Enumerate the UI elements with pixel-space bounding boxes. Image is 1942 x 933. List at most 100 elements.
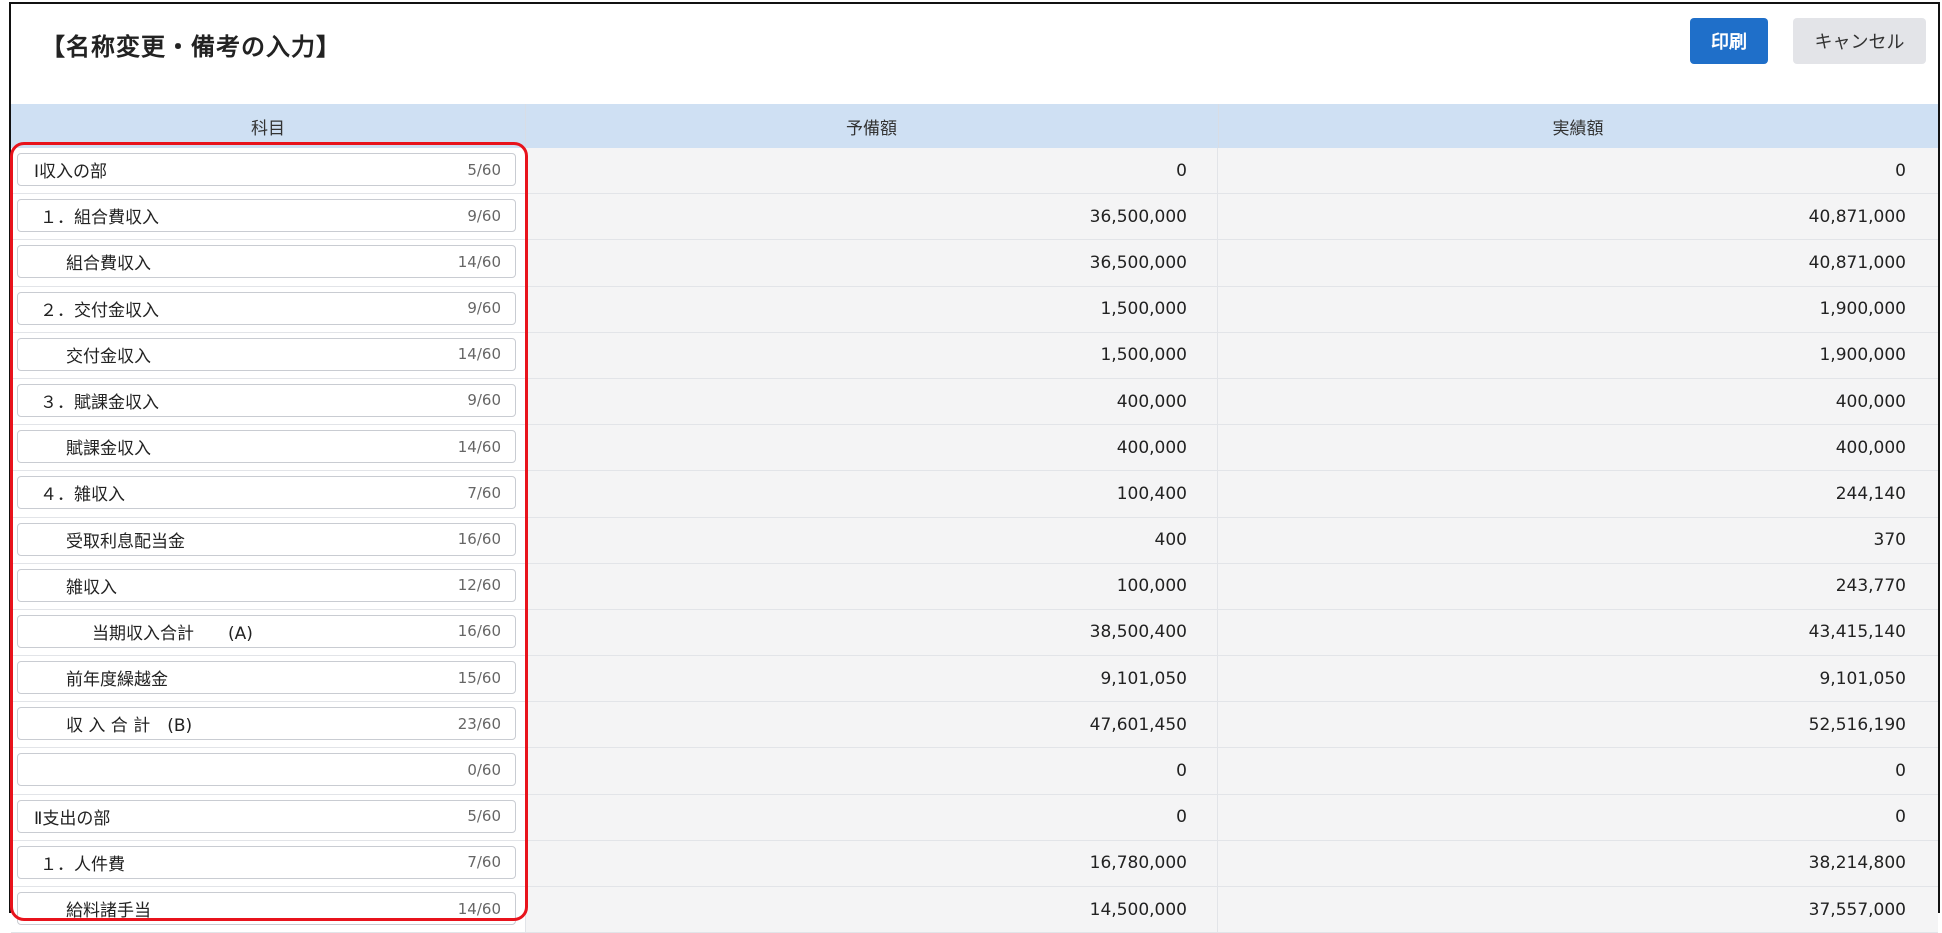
table-row: 交付金収入 14/60 1,500,000 1,900,000: [11, 332, 1938, 379]
char-count: 9/60: [467, 391, 501, 410]
subject-name-text: ３．賦課金収入: [40, 392, 159, 413]
print-button[interactable]: 印刷: [1690, 18, 1768, 64]
char-count: 16/60: [457, 622, 501, 641]
actual-cell: 9,101,050: [1819, 668, 1906, 689]
subject-name-input[interactable]: ２．交付金収入 9/60: [17, 291, 516, 325]
char-count: 9/60: [467, 206, 501, 225]
actual-cell: 400,000: [1835, 391, 1906, 412]
actual-cell: 40,871,000: [1808, 206, 1906, 227]
char-count: 14/60: [457, 437, 501, 456]
subject-cell: 当期収入合計 (A) 16/60: [11, 609, 525, 656]
subject-name-text: 交付金収入: [66, 346, 151, 367]
subject-name-text: ２．交付金収入: [40, 300, 159, 321]
actual-cell: 37,557,000: [1808, 899, 1906, 920]
budget-cell: 0: [525, 748, 1218, 794]
table-row: 収 入 合 計 (B) 23/60 47,601,450 52,516,190: [11, 702, 1938, 749]
subject-name-input[interactable]: 受取利息配当金 16/60: [17, 522, 516, 556]
subject-name-input[interactable]: ４．雑収入 7/60: [17, 476, 516, 510]
actual-cell: 1,900,000: [1819, 345, 1906, 366]
subject-name-text: １．組合費収入: [40, 208, 159, 229]
char-count: 12/60: [457, 576, 501, 595]
budget-cell: 400,000: [525, 425, 1218, 471]
table-row: １．人件費 7/60 16,780,000 38,214,800: [11, 840, 1938, 887]
actual-cell: 1,900,000: [1819, 299, 1906, 320]
table-row: 組合費収入 14/60 36,500,000 40,871,000: [11, 240, 1938, 287]
subject-name-text: Ⅱ支出の部: [34, 808, 111, 829]
table-row: 当期収入合計 (A) 16/60 38,500,400 43,415,140: [11, 609, 1938, 657]
budget-cell: 14,500,000: [525, 887, 1218, 933]
actual-cell: 0: [1895, 160, 1906, 181]
subject-name-input[interactable]: 給料諸手当 14/60: [17, 892, 516, 925]
table-row: ４．雑収入 7/60 100,400 244,140: [11, 471, 1938, 518]
table-row: 雑収入 12/60 100,000 243,770: [11, 563, 1938, 610]
subject-name-text: １．人件費: [40, 854, 125, 875]
char-count: 23/60: [457, 714, 501, 733]
actual-cell: 43,415,140: [1808, 622, 1906, 643]
dialog-frame: 【名称変更・備考の入力】 印刷 キャンセル 科目 予備額 実績額 Ⅰ収入の部 5/…: [9, 2, 1940, 933]
subject-name-text: ４．雑収入: [40, 485, 125, 506]
subject-cell: ４．雑収入 7/60: [11, 471, 525, 517]
table-row: Ⅰ収入の部 5/60 0 0: [11, 148, 1938, 195]
subject-name-text: 当期収入合計 (A): [92, 623, 253, 644]
subject-name-text: 給料諸手当: [66, 901, 151, 921]
actual-cell: 0: [1895, 807, 1906, 828]
char-count: 7/60: [467, 853, 501, 872]
subject-cell: １．人件費 7/60: [11, 840, 525, 886]
table-header: 科目 予備額 実績額: [11, 104, 1938, 149]
budget-cell: 400,000: [525, 378, 1218, 425]
budget-cell: 1,500,000: [525, 286, 1218, 332]
actual-cell: 52,516,190: [1808, 714, 1906, 735]
budget-cell: 1,500,000: [525, 332, 1218, 378]
subject-name-input[interactable]: １．組合費収入 9/60: [17, 199, 516, 233]
subject-name-input[interactable]: 当期収入合計 (A) 16/60: [17, 614, 516, 648]
table-row: 給料諸手当 14/60 14,500,000 37,557,000: [11, 887, 1938, 933]
char-count: 0/60: [467, 760, 501, 779]
table-row: ３．賦課金収入 9/60 400,000 400,000: [11, 378, 1938, 426]
header-actual: 実績額: [1552, 118, 1604, 139]
subject-name-input[interactable]: 0/60: [17, 753, 516, 787]
budget-cell: 16,780,000: [525, 840, 1218, 886]
budget-cell: 47,601,450: [525, 702, 1218, 748]
subject-cell: 0/60: [11, 748, 525, 794]
subject-cell: 交付金収入 14/60: [11, 332, 525, 378]
subject-cell: ２．交付金収入 9/60: [11, 286, 525, 332]
subject-cell: １．組合費収入 9/60: [11, 194, 525, 240]
actual-cell: 40,871,000: [1808, 252, 1906, 273]
actual-cell: 0: [1895, 761, 1906, 782]
budget-cell: 9,101,050: [525, 656, 1218, 702]
subject-name-text: 受取利息配当金: [66, 531, 185, 552]
subject-name-text: 雑収入: [66, 577, 117, 598]
header-budget: 予備額: [525, 104, 1219, 148]
subject-cell: 受取利息配当金 16/60: [11, 517, 525, 563]
table-body: Ⅰ収入の部 5/60 0 0 １．組合費収入 9/60 36,500,000 40,871,0…: [11, 148, 1938, 933]
actual-cell: 243,770: [1835, 576, 1906, 597]
subject-name-text: 前年度繰越金: [66, 670, 168, 691]
subject-name-input[interactable]: 雑収入 12/60: [17, 568, 516, 602]
subject-name-input[interactable]: 交付金収入 14/60: [17, 337, 516, 371]
subject-name-input[interactable]: 賦課金収入 14/60: [17, 430, 516, 464]
subject-cell: 前年度繰越金 15/60: [11, 656, 525, 702]
table-row: 受取利息配当金 16/60 400 370: [11, 517, 1938, 564]
subject-name-input[interactable]: 前年度繰越金 15/60: [17, 661, 516, 695]
char-count: 5/60: [467, 807, 501, 826]
actual-cell: 244,140: [1835, 483, 1906, 504]
subject-name-input[interactable]: 組合費収入 14/60: [17, 245, 516, 279]
page-title: 【名称変更・備考の入力】: [41, 33, 341, 61]
budget-cell: 38,500,400: [525, 609, 1218, 656]
subject-name-input[interactable]: １．人件費 7/60: [17, 845, 516, 879]
budget-cell: 0: [525, 148, 1218, 194]
budget-cell: 400: [525, 517, 1218, 563]
header-subject: 科目: [11, 104, 526, 148]
subject-cell: 給料諸手当 14/60: [11, 887, 525, 933]
subject-name-input[interactable]: ３．賦課金収入 9/60: [17, 383, 516, 417]
table-row: Ⅱ支出の部 5/60 0 0: [11, 794, 1938, 841]
actual-cell: 400,000: [1835, 437, 1906, 458]
char-count: 16/60: [457, 530, 501, 548]
cancel-button[interactable]: キャンセル: [1793, 18, 1926, 64]
subject-cell: 収 入 合 計 (B) 23/60: [11, 702, 525, 748]
subject-name-input[interactable]: 収 入 合 計 (B) 23/60: [17, 707, 516, 741]
subject-name-input[interactable]: Ⅰ収入の部 5/60: [17, 153, 516, 186]
table-row: １．組合費収入 9/60 36,500,000 40,871,000: [11, 194, 1938, 241]
subject-cell: Ⅰ収入の部 5/60: [11, 148, 525, 194]
subject-name-input[interactable]: Ⅱ支出の部 5/60: [17, 799, 516, 833]
